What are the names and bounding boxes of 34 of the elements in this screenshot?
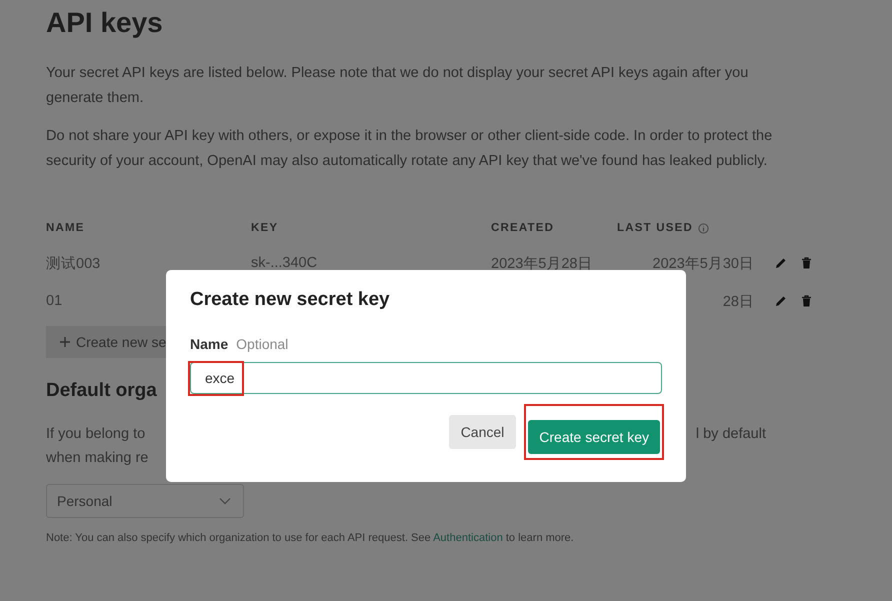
pencil-icon[interactable] (775, 257, 787, 269)
section-text: If you belong to (46, 425, 146, 444)
column-header: NAME (46, 222, 85, 234)
description-text: Do not share your API key with others, or expose it in the browser or other client-side code. In order to protect the security of your account, OpenAI may also automatically rotate any API key that we've found has leaked publicly. (46, 127, 774, 170)
section-heading: Default orga (46, 380, 157, 402)
trash-icon[interactable] (801, 295, 812, 307)
dialog-title: Create new secret key (190, 288, 391, 312)
key-name: 测试003 (46, 256, 100, 272)
create-secret-key-button[interactable]: Create secret key (528, 420, 660, 454)
page-title: API keys (46, 6, 164, 40)
field-label: Name (190, 336, 228, 352)
create-key-button[interactable]: Create new se (46, 326, 166, 358)
cancel-button[interactable]: Cancel (448, 415, 516, 449)
field-hint: Optional (236, 336, 288, 352)
column-header: CREATED (491, 222, 554, 234)
trash-icon[interactable] (801, 257, 812, 269)
note-text: Note: You can also specify which organization to use for each API request. See Authentication to learn more. (46, 532, 575, 544)
column-header: LAST USED (617, 222, 693, 234)
column-header: KEY (251, 222, 278, 234)
plus-icon (60, 337, 70, 347)
chevron-down-icon (219, 497, 231, 505)
name-field[interactable]: exce (190, 362, 662, 394)
key-value: sk-...340C (251, 255, 318, 271)
description-text: Your secret API keys are listed below. Please note that we do not display your secret API keys again after you generate them. (46, 64, 750, 108)
last-used-date: 2023年5月30日 (652, 256, 754, 272)
section-text: when making re (46, 450, 148, 466)
organization-select[interactable]: Personal (46, 484, 244, 518)
info-icon[interactable] (698, 222, 709, 234)
section-text: l by default (696, 425, 766, 444)
key-name: 01 (46, 293, 62, 309)
authentication-link[interactable]: Authentication (433, 532, 503, 544)
last-used-date: 28日 (722, 294, 754, 310)
pencil-icon[interactable] (775, 295, 787, 307)
created-date: 2023年5月28日 (491, 256, 592, 272)
